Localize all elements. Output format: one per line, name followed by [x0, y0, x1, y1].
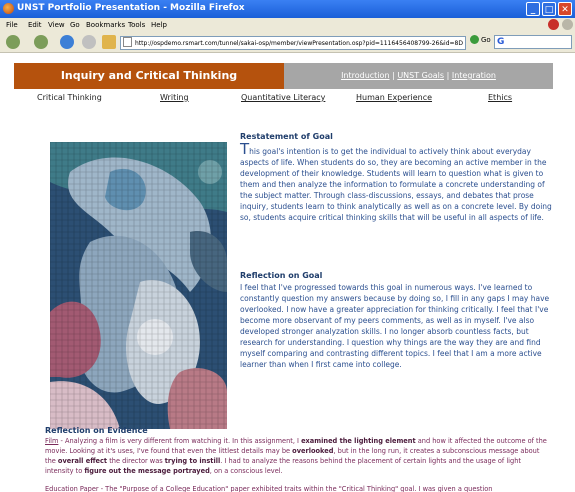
page-icon — [123, 37, 132, 47]
link-integration[interactable]: Integration — [452, 71, 496, 80]
address-url: http://ospdemo.rsmart.com/tunnel/sakai-o… — [135, 40, 463, 47]
film-emphasis: overall effect — [57, 457, 108, 465]
reflection-text: I feel that I've progressed towards this… — [240, 283, 550, 369]
menu-view[interactable]: View — [48, 21, 65, 29]
home-icon[interactable] — [102, 35, 116, 49]
evidence-heading: Reflection on Evidence — [45, 426, 148, 435]
top-link-sep: | — [392, 71, 395, 80]
dropcap: T — [240, 140, 250, 158]
google-icon: G — [497, 37, 505, 47]
go-label: Go — [481, 36, 491, 44]
menu-tools[interactable]: Tools — [128, 21, 145, 29]
page-banner-title: Inquiry and Critical Thinking — [14, 63, 284, 89]
menu-bookmarks[interactable]: Bookmarks — [86, 21, 125, 29]
mosaic-artwork — [50, 142, 227, 429]
subnav-quantitative-literacy[interactable]: Quantitative Literacy — [241, 93, 325, 102]
address-bar[interactable]: http://ospdemo.rsmart.com/tunnel/sakai-o… — [120, 36, 466, 50]
menu-edit[interactable]: Edit — [28, 21, 42, 29]
film-text: , on a conscious level. — [209, 467, 283, 475]
film-emphasis: overlooked — [292, 447, 334, 455]
firefox-icon — [3, 3, 14, 14]
film-emphasis: figure out the message portrayed — [84, 467, 210, 475]
minimize-button[interactable]: _ — [526, 2, 540, 16]
film-link[interactable]: Film — [45, 437, 58, 445]
restatement-text: his goal's intention is to get the indiv… — [240, 147, 552, 222]
maximize-button[interactable]: □ — [542, 2, 556, 16]
film-text: the director was — [107, 457, 165, 465]
film-emphasis: trying to instill — [164, 457, 221, 465]
menu-go[interactable]: Go — [70, 21, 80, 29]
evidence-paper-paragraph: Education Paper - The "Purpose of a Coll… — [45, 485, 493, 492]
subnav-critical-thinking: Critical Thinking — [37, 93, 102, 102]
menu-extra-icon[interactable] — [562, 19, 573, 30]
reflection-heading: Reflection on Goal — [240, 271, 323, 280]
subnav-writing[interactable]: Writing — [160, 93, 189, 102]
film-text: - Analyzing a film is very different fro… — [58, 437, 302, 445]
restatement-heading: Restatement of Goal — [240, 132, 333, 141]
menu-help[interactable]: Help — [151, 21, 167, 29]
search-input[interactable]: G — [494, 35, 572, 49]
reload-icon[interactable] — [60, 35, 74, 49]
stop-download-icon[interactable] — [548, 19, 559, 30]
close-button[interactable]: ✕ — [558, 2, 572, 16]
back-icon[interactable] — [6, 35, 20, 49]
menu-file[interactable]: File — [6, 21, 18, 29]
restatement-paragraph: This goal's intention is to get the indi… — [240, 142, 555, 223]
film-emphasis: examined the lighting element — [301, 437, 416, 445]
evidence-film-paragraph: Film - Analyzing a film is very differen… — [45, 436, 550, 476]
page-content: Inquiry and Critical Thinking Introducti… — [0, 53, 575, 492]
link-introduction[interactable]: Introduction — [341, 71, 389, 80]
go-button[interactable]: Go — [470, 35, 491, 44]
go-arrow-icon — [470, 35, 479, 44]
stop-icon[interactable] — [82, 35, 96, 49]
window-titlebar[interactable]: UNST Portfolio Presentation - Mozilla Fi… — [0, 0, 575, 18]
subnav-ethics[interactable]: Ethics — [488, 93, 512, 102]
window-title: UNST Portfolio Presentation - Mozilla Fi… — [17, 3, 245, 13]
forward-icon[interactable] — [34, 35, 48, 49]
menu-bar: File Edit View Go Bookmarks Tools Help — [0, 18, 575, 32]
subnav-human-experience[interactable]: Human Experience — [356, 93, 432, 102]
link-unst-goals[interactable]: UNST Goals — [397, 71, 444, 80]
top-link-sep: | — [446, 71, 450, 80]
top-links: Introduction | UNST Goals | Integration — [284, 63, 553, 89]
